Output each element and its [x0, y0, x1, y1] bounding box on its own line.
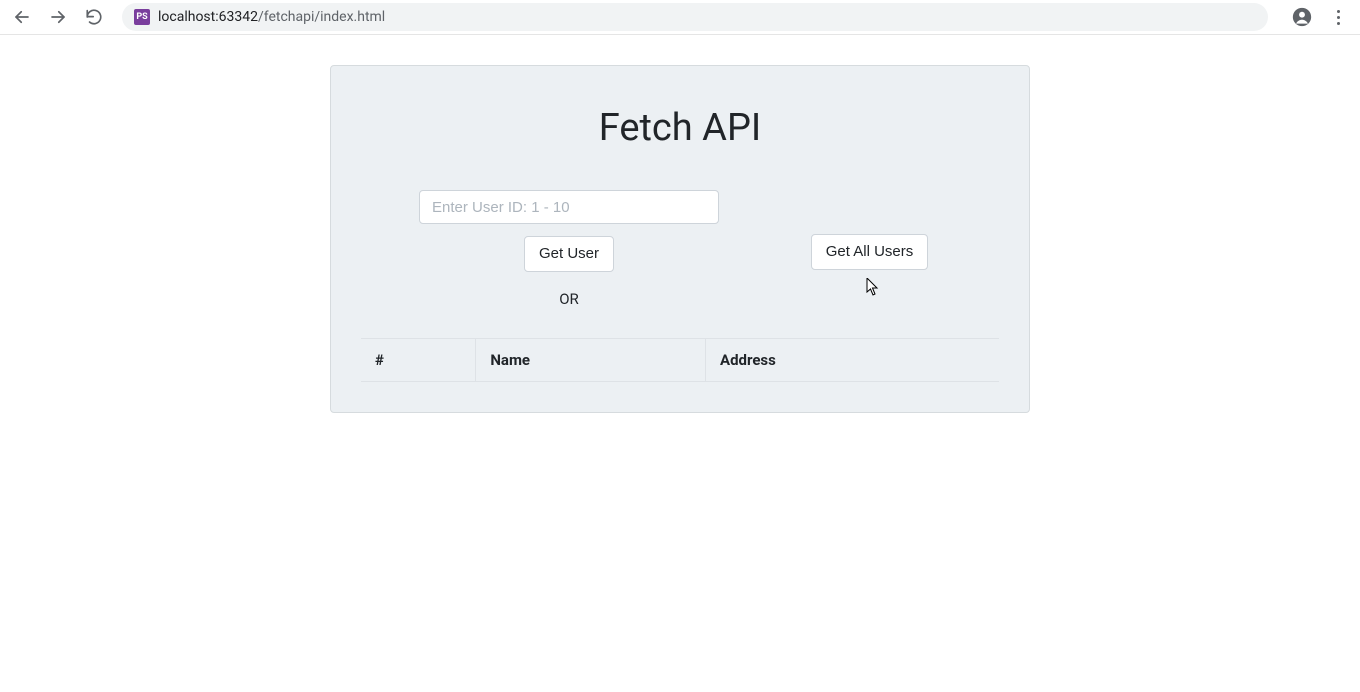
table-header-row: # Name Address — [361, 338, 999, 381]
address-bar[interactable]: PS localhost:63342/fetchapi/index.html — [122, 3, 1268, 31]
arrow-right-icon — [49, 8, 67, 26]
kebab-menu-icon — [1337, 10, 1340, 25]
get-user-column: Get User OR — [361, 190, 719, 308]
url-host: localhost:63342 — [158, 9, 258, 25]
main-card: Fetch API Get User OR Get All Users # Na… — [330, 65, 1030, 413]
url-path: /fetchapi/index.html — [258, 9, 385, 25]
get-all-users-column: Get All Users — [739, 190, 1058, 270]
or-separator: OR — [559, 290, 579, 308]
get-all-users-button[interactable]: Get All Users — [811, 234, 929, 270]
arrow-left-icon — [13, 8, 31, 26]
user-id-input[interactable] — [419, 190, 719, 224]
table-header-address: Address — [706, 338, 1000, 381]
back-button[interactable] — [8, 3, 36, 31]
reload-button[interactable] — [80, 3, 108, 31]
reload-icon — [85, 8, 103, 26]
browser-toolbar: PS localhost:63342/fetchapi/index.html — [0, 0, 1360, 35]
forward-button[interactable] — [44, 3, 72, 31]
profile-button[interactable] — [1288, 3, 1316, 31]
table-header-id: # — [361, 338, 476, 381]
get-user-button[interactable]: Get User — [524, 236, 614, 272]
page-viewport: Fetch API Get User OR Get All Users # Na… — [0, 35, 1360, 413]
results-table: # Name Address — [361, 338, 999, 382]
page-title: Fetch API — [361, 106, 999, 150]
favicon-icon: PS — [134, 9, 150, 25]
user-circle-icon — [1291, 6, 1313, 28]
table-header-name: Name — [476, 338, 706, 381]
url-text: localhost:63342/fetchapi/index.html — [158, 9, 385, 25]
browser-menu-button[interactable] — [1324, 3, 1352, 31]
results-table-wrapper: # Name Address — [361, 338, 999, 382]
controls-row: Get User OR Get All Users — [361, 190, 999, 308]
